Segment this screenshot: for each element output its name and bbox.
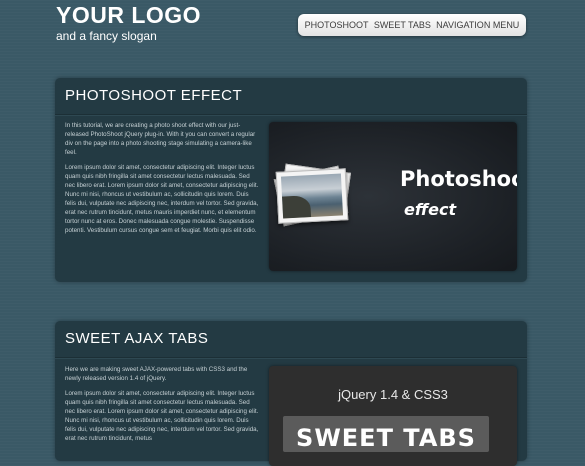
nav-item-navigation-menu[interactable]: NAVIGATION MENU (436, 20, 519, 30)
sweet-tabs-heading: jQuery 1.4 & CSS3 (338, 387, 448, 402)
section-intro: Here we are making sweet AJAX-powered ta… (65, 366, 248, 382)
nav-item-photoshoot[interactable]: PHOTOSHOOT (305, 20, 369, 30)
sweet-tabs-demo-image[interactable]: jQuery 1.4 & CSS3 SWEET TABS (269, 366, 517, 466)
site-slogan: and a fancy slogan (56, 29, 157, 43)
section-text: In this tutorial, we are creating a phot… (65, 122, 261, 242)
site-logo[interactable]: YOUR LOGO (56, 2, 201, 30)
section-sweet-ajax-tabs: SWEET AJAX TABS Here we are making sweet… (55, 321, 527, 466)
sweet-tabs-banner: SWEET TABS (283, 416, 489, 452)
photoshoot-brand-subtitle: effect (404, 200, 457, 219)
seascape-scene (280, 173, 344, 219)
seascape-photo-icon (275, 168, 349, 224)
section-body: Lorem ipsum dolor sit amet, consectetur … (65, 163, 259, 234)
navigation-menu: PHOTOSHOOT SWEET TABS NAVIGATION MENU (298, 14, 526, 36)
photoshoot-demo-image[interactable]: Photoshoot effect (269, 122, 517, 271)
rock-shape (281, 195, 312, 219)
section-body: Lorem ipsum dolor sit amet, consectetur … (65, 389, 259, 442)
nav-item-sweet-tabs[interactable]: SWEET TABS (374, 20, 431, 30)
section-divider (55, 114, 527, 116)
section-text: Here we are making sweet AJAX-powered ta… (65, 366, 261, 450)
section-divider (55, 357, 527, 359)
section-title[interactable]: SWEET AJAX TABS (65, 330, 208, 347)
section-intro: In this tutorial, we are creating a phot… (65, 122, 256, 156)
section-title[interactable]: PHOTOSHOOT EFFECT (65, 87, 242, 104)
photoshoot-brand-title: Photoshoot (400, 167, 517, 191)
section-photoshoot-effect: PHOTOSHOOT EFFECT In this tutorial, we a… (55, 78, 527, 282)
